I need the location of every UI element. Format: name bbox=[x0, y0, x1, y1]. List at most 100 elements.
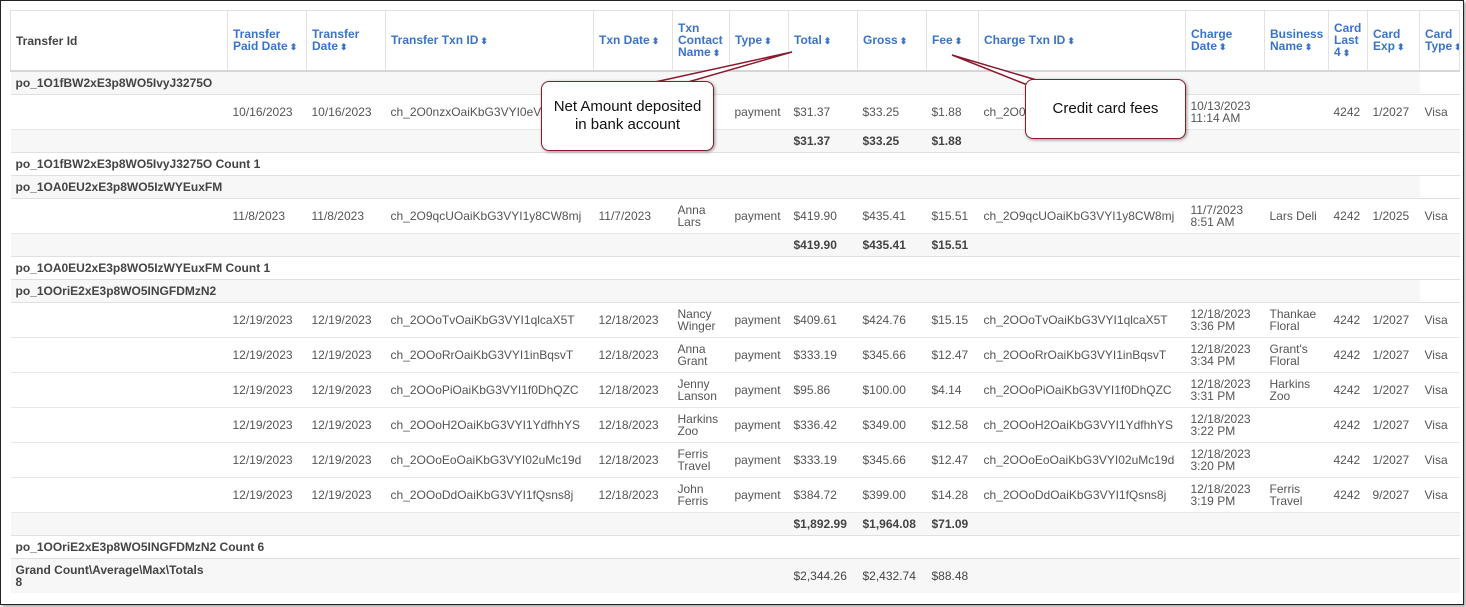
subtotal-empty bbox=[1419, 233, 1460, 257]
column-header-fee[interactable]: Fee ⬍ bbox=[926, 10, 979, 72]
column-header-transfer-paid-date[interactable]: Transfer Paid Date ⬍ bbox=[227, 10, 307, 72]
cell-gross: $345.66 bbox=[857, 442, 927, 478]
column-header-charge-txn-id[interactable]: Charge Txn ID ⬍ bbox=[978, 10, 1186, 72]
sort-icon[interactable]: ⬍ bbox=[1219, 42, 1227, 52]
cell-business-name: Lars Deli bbox=[1264, 198, 1329, 234]
sort-icon[interactable]: ⬍ bbox=[340, 42, 348, 52]
cell-gross: $424.76 bbox=[857, 302, 927, 338]
sort-icon[interactable]: ⬍ bbox=[900, 36, 908, 46]
column-header-label: Fee bbox=[932, 33, 953, 47]
cell-transfer-date: 12/19/2023 bbox=[306, 407, 386, 443]
sort-icon[interactable]: ⬍ bbox=[1343, 48, 1351, 58]
cell-transfer-txn-id: ch_2OOoDdOaiKbG3VYI1fQsns8j bbox=[385, 477, 594, 513]
subtotal-fee: $15.51 bbox=[926, 233, 979, 257]
column-header-card-type[interactable]: Card Type⬍ bbox=[1419, 10, 1460, 72]
cell-card-type: Visa bbox=[1419, 477, 1460, 513]
group-id: po_1OA0EU2xE3p8WO5IzWYEuxFM bbox=[10, 175, 1420, 199]
column-header-label: Total bbox=[794, 33, 822, 47]
subtotal-empty bbox=[227, 233, 307, 257]
grand-empty bbox=[978, 558, 1186, 593]
sort-icon[interactable]: ⬍ bbox=[290, 42, 298, 52]
cell-transfer-txn-id: ch_2OOoTvOaiKbG3VYI1qlcaX5T bbox=[385, 302, 594, 338]
cell-type: payment bbox=[729, 94, 789, 130]
sort-icon[interactable]: ⬍ bbox=[1397, 42, 1405, 52]
cell-transfer-txn-id: ch_2OOoRrOaiKbG3VYI1inBqsvT bbox=[385, 337, 594, 373]
subtotal-empty bbox=[385, 233, 594, 257]
column-header-txn-date[interactable]: Txn Date ⬍ bbox=[593, 10, 673, 72]
cell-card-last4: 4242 bbox=[1328, 442, 1368, 478]
cell-total: $333.19 bbox=[788, 337, 858, 373]
group-header-row: po_1O1fBW2xE3p8WO5IvyJ3275O bbox=[10, 71, 1460, 95]
column-header-label: Transfer Txn ID bbox=[391, 33, 479, 47]
sort-icon[interactable]: ⬍ bbox=[652, 36, 660, 46]
cell-transfer-paid-date: 11/8/2023 bbox=[227, 198, 307, 234]
transfer-report-table: Transfer Id Transfer Paid Date ⬍ Transfer D… bbox=[10, 10, 1460, 593]
subtotal-empty bbox=[1264, 129, 1329, 153]
cell-transfer-date: 12/19/2023 bbox=[306, 337, 386, 373]
column-header-gross[interactable]: Gross ⬍ bbox=[857, 10, 927, 72]
subtotal-empty bbox=[672, 512, 730, 536]
column-header-charge-date[interactable]: Charge Date ⬍ bbox=[1185, 10, 1265, 72]
cell-type: payment bbox=[729, 337, 789, 373]
cell-total: $419.90 bbox=[788, 198, 858, 234]
cell-gross: $345.66 bbox=[857, 337, 927, 373]
cell-total: $333.19 bbox=[788, 442, 858, 478]
table-row[interactable]: 12/19/2023 12/19/2023 ch_2OOoEoOaiKbG3VYI0… bbox=[10, 442, 1460, 478]
table-row[interactable]: 10/16/2023 10/16/2023 ch_2O0nzxOaiKbG3VYI0… bbox=[10, 94, 1460, 130]
subtotal-row: $1,892.99 $1,964.08 $71.09 bbox=[10, 512, 1460, 536]
subtotal-empty bbox=[729, 233, 789, 257]
grand-total: $2,344.26 bbox=[788, 558, 858, 593]
cell-transfer-paid-date: 12/19/2023 bbox=[227, 337, 307, 373]
cell-gross: $33.25 bbox=[857, 94, 927, 130]
cell-transfer-paid-date: 12/19/2023 bbox=[227, 372, 307, 408]
cell-transfer-paid-date: 10/16/2023 bbox=[227, 94, 307, 130]
cell-fee: $14.28 bbox=[926, 477, 979, 513]
cell-fee: $12.47 bbox=[926, 337, 979, 373]
cell-card-type: Visa bbox=[1419, 94, 1460, 130]
sort-icon[interactable]: ⬍ bbox=[1067, 36, 1075, 46]
cell-business-name: Thankae Floral bbox=[1264, 302, 1329, 338]
column-header-transfer-date[interactable]: Transfer Date ⬍ bbox=[306, 10, 386, 72]
sort-icon[interactable]: ⬍ bbox=[1454, 42, 1458, 52]
subtotal-empty bbox=[385, 512, 594, 536]
net-amount-callout: Net Amount deposited in bank account bbox=[541, 81, 714, 151]
subtotal-empty bbox=[1185, 233, 1265, 257]
subtotal-row: $31.37 $33.25 $1.88 bbox=[10, 129, 1460, 153]
sort-icon[interactable]: ⬍ bbox=[1305, 42, 1313, 52]
table-row[interactable]: 12/19/2023 12/19/2023 ch_2OOoDdOaiKbG3VYI1… bbox=[10, 477, 1460, 513]
cell-gross: $349.00 bbox=[857, 407, 927, 443]
column-header-card-exp[interactable]: Card Exp ⬍ bbox=[1367, 10, 1420, 72]
sort-icon[interactable]: ⬍ bbox=[824, 36, 832, 46]
cell-transfer-id bbox=[10, 94, 228, 130]
sort-icon[interactable]: ⬍ bbox=[955, 36, 963, 46]
column-header-business-name[interactable]: Business Name ⬍ bbox=[1264, 10, 1329, 72]
table-row[interactable]: 12/19/2023 12/19/2023 ch_2OOoTvOaiKbG3VYI1… bbox=[10, 302, 1460, 338]
column-header-label: Card Type bbox=[1425, 27, 1453, 53]
cell-txn-contact-name: Ferris Travel bbox=[672, 442, 730, 478]
table-header-row: Transfer Id Transfer Paid Date ⬍ Transfer D… bbox=[10, 10, 1460, 72]
sort-icon[interactable]: ⬍ bbox=[480, 36, 488, 46]
subtotal-fee: $71.09 bbox=[926, 512, 979, 536]
column-header-total[interactable]: Total ⬍ bbox=[788, 10, 858, 72]
grand-empty bbox=[1419, 558, 1460, 593]
subtotal-fee: $1.88 bbox=[926, 129, 979, 153]
sort-icon[interactable]: ⬍ bbox=[713, 48, 721, 58]
column-header-card-last4[interactable]: Card Last 4 ⬍ bbox=[1328, 10, 1368, 72]
grand-empty bbox=[306, 558, 386, 593]
subtotal-empty bbox=[978, 512, 1186, 536]
cell-card-type: Visa bbox=[1419, 372, 1460, 408]
column-header-txn-contact-name[interactable]: Txn Contact Name ⬍ bbox=[672, 10, 730, 72]
table-row[interactable]: 12/19/2023 12/19/2023 ch_2OOoPiOaiKbG3VYI1… bbox=[10, 372, 1460, 408]
subtotal-gross: $435.41 bbox=[857, 233, 927, 257]
sort-icon[interactable]: ⬍ bbox=[764, 36, 772, 46]
table-row[interactable]: 12/19/2023 12/19/2023 ch_2OOoH2OaiKbG3VYI1… bbox=[10, 407, 1460, 443]
cell-charge-date: 12/18/2023 3:34 PM bbox=[1185, 337, 1265, 373]
table-row[interactable]: 12/19/2023 12/19/2023 ch_2OOoRrOaiKbG3VYI1… bbox=[10, 337, 1460, 373]
table-row[interactable]: 11/8/2023 11/8/2023 ch_2O9qcUOaiKbG3VYI1y8… bbox=[10, 198, 1460, 234]
cell-charge-txn-id: ch_2OOoRrOaiKbG3VYI1inBqsvT bbox=[978, 337, 1186, 373]
column-header-type[interactable]: Type ⬍ bbox=[729, 10, 789, 72]
cell-transfer-paid-date: 12/19/2023 bbox=[227, 477, 307, 513]
subtotal-empty bbox=[10, 512, 228, 536]
grand-empty bbox=[1185, 558, 1265, 593]
column-header-transfer-txn-id[interactable]: Transfer Txn ID ⬍ bbox=[385, 10, 594, 72]
